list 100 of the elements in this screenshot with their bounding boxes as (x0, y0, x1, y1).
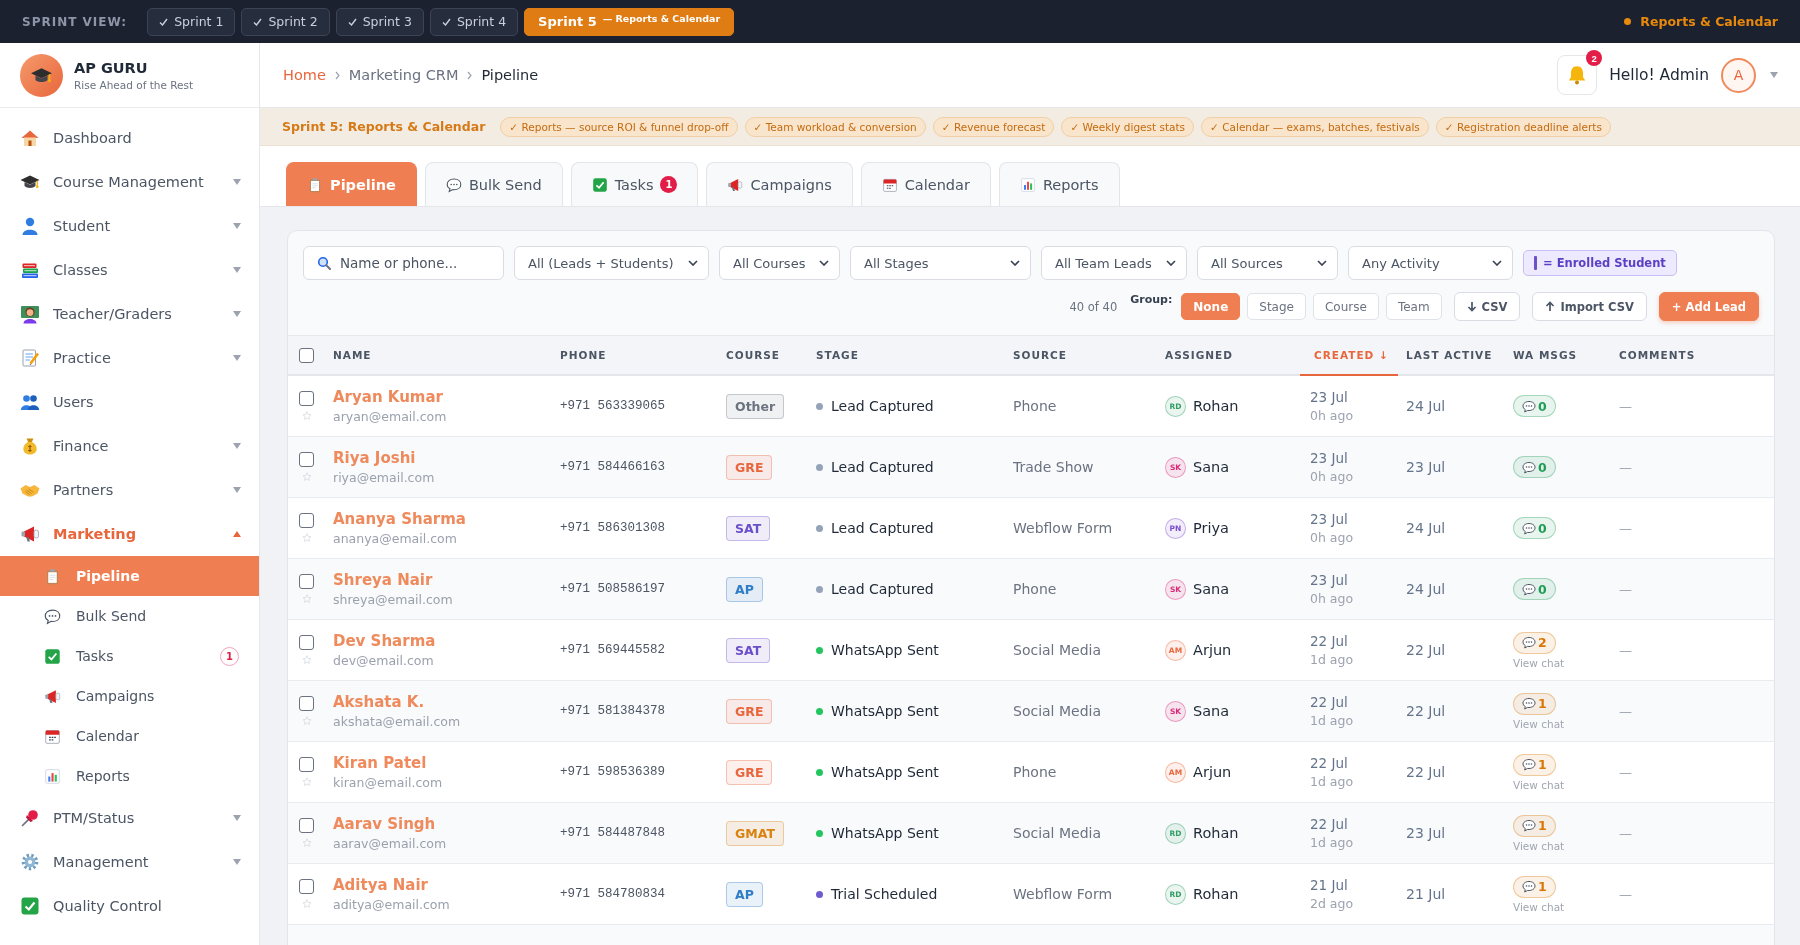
column-header[interactable]: SOURCE (1005, 336, 1157, 374)
group-option[interactable]: Stage (1247, 293, 1306, 320)
caret-icon[interactable] (233, 179, 241, 185)
import-csv-button[interactable]: Import CSV (1532, 292, 1647, 321)
row-checkbox[interactable] (299, 879, 314, 895)
caret-icon[interactable] (233, 311, 241, 317)
row-checkbox[interactable] (299, 391, 314, 407)
sidebar-item[interactable]: Quality Control (0, 884, 259, 928)
column-header[interactable]: LAST ACTIVE (1398, 336, 1505, 374)
status-dot-icon (1624, 18, 1632, 25)
created-date: 22 Jul (1310, 694, 1348, 710)
sidebar-item[interactable]: Course Management (0, 160, 259, 204)
tab[interactable]: Reports (998, 162, 1120, 206)
caret-icon[interactable] (233, 223, 241, 229)
column-header[interactable]: ASSIGNED (1157, 336, 1300, 374)
caret-icon[interactable] (233, 443, 241, 449)
caret-icon[interactable] (233, 859, 241, 865)
sprint-button[interactable]: Sprint 3 (335, 7, 424, 36)
tab[interactable]: Tasks 1 (570, 162, 699, 206)
star-icon[interactable] (301, 716, 312, 726)
filter-dropdown[interactable]: All (Leads + Students) (514, 246, 709, 280)
sidebar-item[interactable]: Partners (0, 468, 259, 512)
group-option[interactable]: Team (1385, 293, 1442, 320)
sprint-button[interactable]: Sprint 1 (147, 7, 236, 36)
pushpin-icon (20, 808, 40, 828)
sidebar-subitem[interactable]: Tasks 1 (0, 636, 259, 676)
sidebar-item[interactable]: Dashboard (0, 116, 259, 160)
caret-icon[interactable] (233, 267, 241, 273)
breadcrumb-link[interactable]: Marketing CRM (348, 67, 459, 83)
bar-chart-icon (44, 767, 61, 785)
sidebar-subitem[interactable]: Calendar (0, 716, 259, 756)
caret-icon[interactable] (233, 355, 241, 361)
star-icon[interactable] (301, 472, 312, 482)
feature-chip: ✓ Registration deadline alerts (1435, 116, 1611, 137)
star-icon[interactable] (301, 655, 312, 665)
created-date: 22 Jul (1310, 755, 1348, 771)
star-icon[interactable] (301, 594, 312, 604)
export-csv-button[interactable]: CSV (1453, 292, 1521, 321)
column-header[interactable]: COMMENTS (1611, 336, 1774, 374)
check-square-icon (591, 176, 608, 193)
filter-dropdown[interactable]: All Team Leads (1041, 246, 1187, 280)
sprint-button[interactable]: Sprint 4 (429, 7, 519, 36)
tab[interactable]: Campaigns (706, 162, 853, 206)
stage-label: WhatsApp Sent (831, 703, 939, 719)
lead-email: aarav@email.com (333, 836, 447, 851)
last-active-date: 22 Jul (1406, 764, 1446, 780)
chat-bubble-icon (1522, 697, 1536, 710)
sidebar-item[interactable]: Student (0, 204, 259, 248)
caret-icon[interactable] (233, 487, 241, 493)
star-icon[interactable] (301, 777, 312, 787)
sidebar-subitem[interactable]: Campaigns (0, 676, 259, 716)
sidebar-item[interactable]: Finance (0, 424, 259, 468)
caret-icon[interactable] (233, 815, 241, 821)
feature-chip: ✓ Weekly digest stats (1061, 116, 1195, 137)
row-checkbox[interactable] (299, 757, 314, 773)
filter-dropdown[interactable]: All Sources (1197, 246, 1338, 280)
column-header[interactable]: STAGE (808, 336, 1005, 374)
column-header[interactable]: COURSE (718, 336, 808, 374)
filter-dropdown[interactable]: All Courses (719, 246, 840, 280)
row-checkbox[interactable] (299, 696, 314, 712)
group-option[interactable]: Course (1313, 293, 1379, 320)
chat-bubble-icon (1522, 460, 1536, 474)
sidebar-item[interactable]: PTM/Status (0, 796, 259, 840)
tab[interactable]: Bulk Send (424, 162, 563, 206)
caret-icon[interactable] (233, 531, 241, 537)
chevron-down-icon (1166, 260, 1176, 266)
filter-dropdown[interactable]: Any Activity (1348, 246, 1513, 280)
sidebar-subitem[interactable]: Reports (0, 756, 259, 796)
chevron-down-icon (819, 260, 829, 266)
select-all-checkbox[interactable] (299, 347, 314, 363)
sidebar-item[interactable]: Users (0, 380, 259, 424)
star-icon[interactable] (301, 838, 312, 848)
star-icon[interactable] (301, 899, 312, 909)
column-header[interactable]: NAME (325, 336, 552, 374)
tab[interactable]: Calendar (860, 162, 991, 206)
row-checkbox[interactable] (299, 635, 314, 651)
caret-icon[interactable] (1770, 72, 1778, 78)
course-tag: Other (726, 393, 785, 419)
column-header[interactable]: WA MSGS (1505, 336, 1611, 374)
filter-dropdown[interactable]: All Stages (850, 246, 1031, 280)
sidebar-item[interactable]: Teacher/Graders (0, 292, 259, 336)
megaphone-icon (44, 687, 61, 705)
sprint-button[interactable]: Sprint 2 (241, 7, 330, 36)
row-checkbox[interactable] (299, 574, 314, 590)
last-active-date: 22 Jul (1406, 642, 1446, 658)
sidebar-item[interactable]: Classes (0, 248, 259, 292)
banner-title: Sprint 5: Reports & Calendar (282, 119, 486, 134)
row-checkbox[interactable] (299, 513, 314, 529)
column-header[interactable]: PHONE (552, 336, 718, 374)
sidebar-item[interactable]: Management (0, 840, 259, 884)
search-field[interactable]: Name or phone... (303, 246, 504, 280)
star-icon[interactable] (301, 533, 312, 543)
row-checkbox[interactable] (299, 818, 314, 834)
sidebar-subitem[interactable]: Bulk Send (0, 596, 259, 636)
row-checkbox[interactable] (299, 452, 314, 468)
created-date: 23 Jul (1310, 511, 1348, 527)
star-icon[interactable] (301, 411, 312, 421)
sidebar-item[interactable]: Practice (0, 336, 259, 380)
chevron-down-icon (1317, 260, 1327, 266)
source-label: Social Media (1013, 825, 1101, 841)
